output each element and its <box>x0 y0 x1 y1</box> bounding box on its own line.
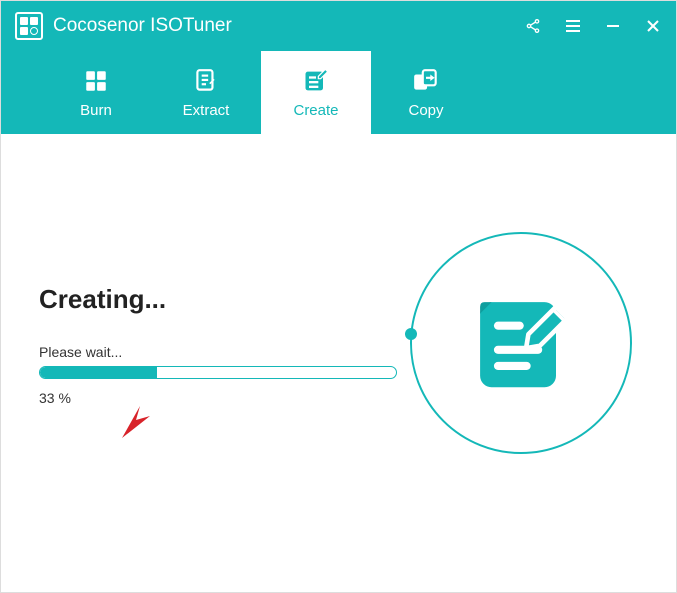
progress-bar <box>39 366 397 379</box>
feature-circle <box>410 232 632 454</box>
share-icon[interactable] <box>524 17 542 35</box>
progress-fill <box>40 367 157 378</box>
tab-extract[interactable]: Extract <box>151 51 261 134</box>
window-controls <box>524 17 662 35</box>
tab-label: Burn <box>80 102 112 119</box>
create-feature-icon <box>412 234 630 452</box>
copy-icon <box>412 66 440 96</box>
tab-bar: Burn Extract Create <box>1 51 676 134</box>
title-bar: Cocosenor ISOTuner <box>1 1 676 51</box>
close-button[interactable] <box>644 17 662 35</box>
app-logo-icon <box>15 12 43 40</box>
annotation-arrow-icon <box>116 402 152 447</box>
tab-create[interactable]: Create <box>261 51 371 134</box>
menu-icon[interactable] <box>564 17 582 35</box>
status-heading: Creating... <box>39 284 166 315</box>
main-content: Creating... Please wait... 33 % <box>1 134 676 592</box>
tab-copy[interactable]: Copy <box>371 51 481 134</box>
minimize-button[interactable] <box>604 17 622 35</box>
app-title: Cocosenor ISOTuner <box>53 15 524 37</box>
tab-label: Copy <box>408 102 443 119</box>
tab-label: Extract <box>183 102 230 119</box>
extract-icon <box>193 66 219 96</box>
create-icon <box>302 66 330 96</box>
burn-icon <box>83 66 109 96</box>
progress-percent: 33 % <box>39 390 71 406</box>
tab-label: Create <box>293 102 338 119</box>
wait-text: Please wait... <box>39 344 122 360</box>
tab-burn[interactable]: Burn <box>41 51 151 134</box>
